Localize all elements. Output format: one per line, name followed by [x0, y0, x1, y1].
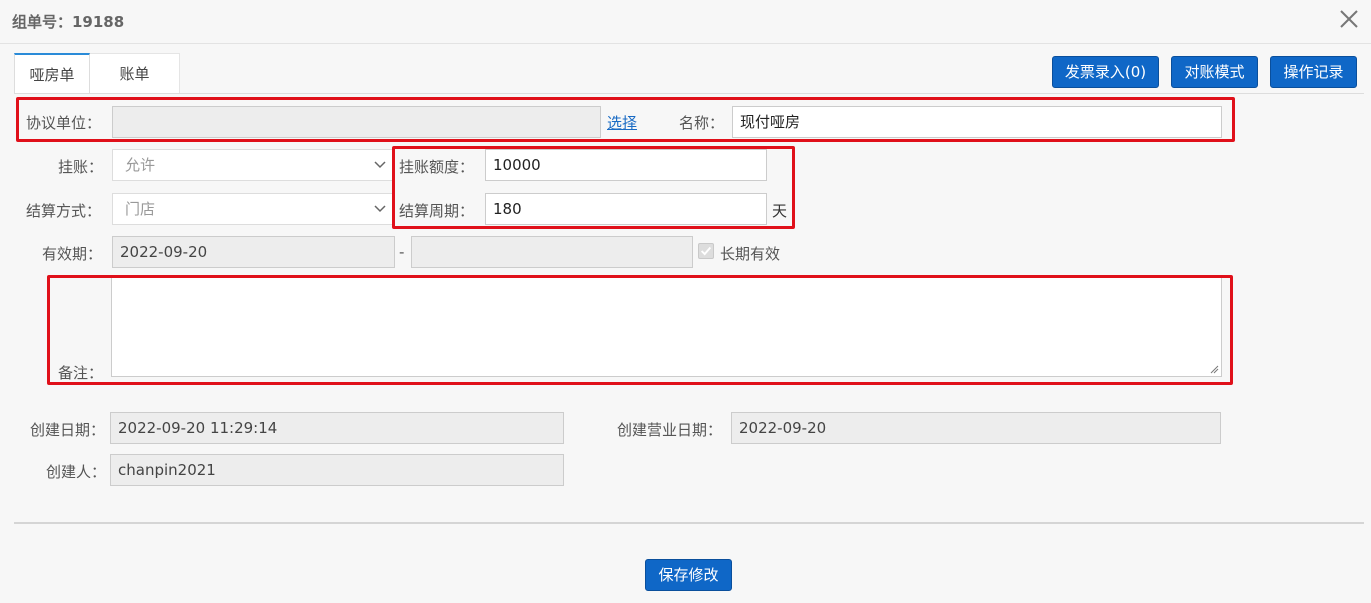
validity-label: 有效期：: [42, 245, 103, 263]
name-label: 名称：: [679, 114, 725, 132]
close-icon[interactable]: [1335, 5, 1363, 33]
remark-textarea[interactable]: [111, 277, 1222, 377]
validity-separator: -: [399, 243, 405, 261]
agreement-unit-field[interactable]: [112, 106, 601, 138]
save-button[interactable]: 保存修改: [645, 559, 732, 591]
credit-limit-field[interactable]: 10000: [485, 149, 767, 181]
settlement-period-label: 结算周期：: [399, 202, 475, 220]
settlement-method-value: 门店: [125, 200, 156, 218]
tab-bill[interactable]: 账单: [90, 53, 180, 93]
footer-divider: [14, 522, 1364, 524]
created-business-date-field: 2022-09-20: [731, 412, 1221, 444]
dialog-title: 组单号：19188: [12, 13, 125, 31]
created-date-field: 2022-09-20 11:29:14: [110, 412, 564, 444]
created-business-date-label: 创建营业日期：: [617, 421, 723, 439]
long-term-checkbox[interactable]: [698, 243, 714, 259]
creator-field: chanpin2021: [110, 454, 564, 486]
credit-select[interactable]: 允许: [112, 149, 393, 181]
settlement-method-label: 结算方式：: [26, 202, 102, 220]
chevron-down-icon: [374, 205, 386, 213]
operation-log-button[interactable]: 操作记录: [1270, 56, 1357, 88]
credit-label: 挂账：: [58, 158, 104, 176]
dialog-header: 组单号：19188: [0, 0, 1371, 44]
resize-grip-icon[interactable]: [1209, 364, 1219, 374]
checkmark-icon: [700, 246, 712, 256]
select-link[interactable]: 选择: [607, 112, 637, 133]
credit-select-value: 允许: [125, 156, 156, 174]
created-date-label: 创建日期：: [30, 421, 106, 439]
invoice-entry-button[interactable]: 发票录入(0): [1052, 56, 1159, 88]
settlement-method-select[interactable]: 门店: [112, 193, 393, 225]
settlement-period-field[interactable]: 180: [485, 193, 767, 225]
agreement-unit-label: 协议单位：: [26, 114, 102, 132]
validity-start-field[interactable]: 2022-09-20: [112, 236, 395, 268]
reconcile-mode-button[interactable]: 对账模式: [1171, 56, 1258, 88]
settlement-period-unit: 天: [772, 202, 788, 220]
tab-divider: [14, 93, 1364, 94]
remark-label: 备注：: [58, 364, 104, 382]
long-term-label: 长期有效: [720, 245, 781, 263]
tab-dummy-room-order[interactable]: 哑房单: [14, 53, 90, 93]
validity-end-field[interactable]: [411, 236, 693, 268]
creator-label: 创建人：: [46, 463, 107, 481]
credit-limit-label: 挂账额度：: [399, 158, 475, 176]
chevron-down-icon: [374, 161, 386, 169]
name-field[interactable]: 现付哑房: [732, 106, 1222, 138]
